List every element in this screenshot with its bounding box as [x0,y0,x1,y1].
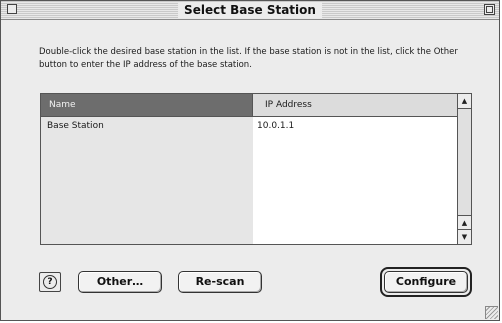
column-header-ip-address[interactable]: IP Address [253,94,458,116]
column-header-name[interactable]: Name [41,94,253,116]
scroll-down-arrow-icon[interactable]: ▼ [458,229,471,244]
configure-button[interactable]: Configure [384,271,468,293]
list-item[interactable]: Base Station 10.0.1.1 [41,117,458,135]
rescan-button[interactable]: Re-scan [178,271,262,293]
resize-grip-icon[interactable] [485,306,498,319]
window-title: Select Base Station [178,2,322,18]
name-column-background [41,116,253,244]
ip-column-background [253,116,458,244]
list-header: Name IP Address [41,94,458,117]
close-box-icon[interactable] [7,4,17,14]
vertical-scrollbar[interactable]: ▲ ▲ ▼ [457,94,471,244]
zoom-box-icon[interactable] [484,4,495,15]
list-item-name: Base Station [47,121,104,131]
list-item-ip: 10.0.1.1 [257,121,295,131]
other-button[interactable]: Other… [78,271,162,293]
scroll-up-arrow-bottom-icon[interactable]: ▲ [458,215,471,230]
help-icon: ? [43,275,57,289]
title-bar[interactable]: Select Base Station [1,1,499,20]
instructions-text: Double-click the desired base station in… [39,47,458,70]
scroll-up-arrow-icon[interactable]: ▲ [458,94,471,109]
help-button[interactable]: ? [39,272,61,292]
select-base-station-dialog: Select Base Station Double-click the des… [0,0,500,321]
base-station-list[interactable]: Name IP Address Base Station 10.0.1.1 ▲ … [40,93,472,245]
